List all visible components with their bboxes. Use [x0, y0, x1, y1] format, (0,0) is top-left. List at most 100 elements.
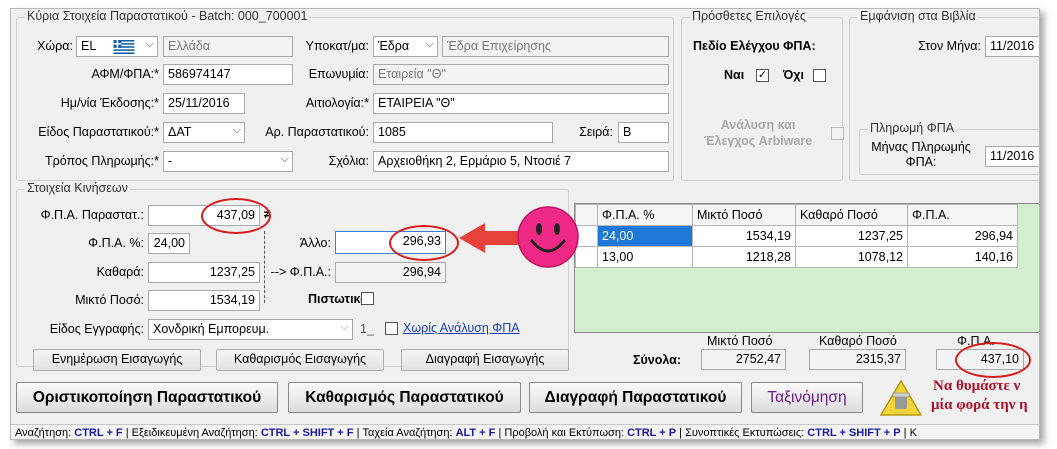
delete-document-button[interactable]: Διαγραφή Παραστατικού: [529, 382, 742, 413]
delete-entry-button[interactable]: Διαγραφή Εισαγωγής: [401, 349, 569, 371]
payment-select[interactable]: - ⌵: [163, 151, 293, 172]
doctype-value: ΔΑΤ: [168, 125, 192, 139]
country-select[interactable]: EL ⌵: [76, 36, 158, 57]
company-label: Επωνυμία:: [308, 67, 369, 81]
net-label: Καθαρά:: [96, 265, 144, 279]
payment-value: -: [168, 154, 173, 168]
vat-pct-label: Φ.Π.Α. %:: [88, 236, 144, 250]
grid-cell[interactable]: 24,00: [597, 225, 693, 247]
doctype-select[interactable]: ΔΑΤ ⌵: [163, 122, 245, 143]
country-name-field: Ελλάδα: [163, 36, 293, 57]
branch-value: Έδρα: [378, 39, 410, 53]
grid-col-vat[interactable]: Φ.Π.Α.: [907, 204, 1018, 226]
calc-vat-label: --> Φ.Π.Α.:: [270, 265, 331, 279]
totals-gross-field: 2752,47: [701, 349, 786, 370]
arbiware-analysis-label: Ανάλυση και Έλεγχος Arbiware: [703, 118, 813, 148]
afm-input[interactable]: 586974147: [163, 64, 293, 85]
date-input[interactable]: 25/11/2016: [163, 93, 245, 114]
grid-cell[interactable]: 1078,12: [795, 246, 908, 268]
clear-document-button[interactable]: Καθαρισμός Παραστατικού: [288, 382, 521, 413]
docnum-input[interactable]: 1085: [373, 122, 553, 143]
country-code: EL: [81, 39, 97, 53]
entry-type-select[interactable]: Χονδρική Εμπορευμ. ⌵: [148, 319, 353, 340]
highlight-ring-total-vat: [955, 342, 1031, 378]
vat-month-input[interactable]: 11/2016: [985, 146, 1039, 167]
shortcut-label: Συνοπτικές Εκτυπώσεις:: [685, 427, 805, 439]
net-input[interactable]: 1237,25: [148, 262, 260, 283]
totals-label: Σύνολα:: [633, 353, 682, 367]
afm-label: ΑΦΜ/ΦΠΑ:*: [91, 67, 159, 81]
series-input[interactable]: Β: [618, 122, 669, 143]
credit-checkbox[interactable]: [361, 292, 374, 305]
clear-entry-button[interactable]: Καθαρισμός Εισαγωγής: [216, 349, 384, 371]
reminder-line-2: μία φορά την η: [931, 397, 1028, 413]
branch-label: Υποκατ/μα:: [305, 39, 369, 53]
gross-input[interactable]: 1534,19: [148, 290, 260, 311]
books-month-label: Στον Μήνα:: [918, 39, 981, 53]
shortcut-label: Κ: [909, 427, 917, 439]
gross-label: Μικτό Ποσό:: [75, 293, 144, 307]
shortcut-key: CTRL + P: [627, 427, 677, 439]
shortcut-key: CTRL + SHIFT + P: [807, 427, 901, 439]
books-month-input[interactable]: 11/2016: [985, 36, 1039, 57]
warning-icon: [879, 379, 923, 416]
grid-cell[interactable]: 296,94: [907, 225, 1018, 247]
grid-cell[interactable]: 1237,25: [795, 225, 908, 247]
highlight-ring-doc-vat: [201, 198, 271, 234]
grid-header-row: Φ.Π.Α. % Μικτό Ποσό Καθαρό Ποσό Φ.Π.Α.: [575, 204, 1018, 226]
grid-cell[interactable]: 140,16: [907, 246, 1018, 268]
calc-vat-field: 296,94: [335, 262, 446, 283]
docnum-label: Αρ. Παραστατικού:: [265, 125, 369, 139]
series-label: Σειρά:: [579, 125, 613, 139]
sort-button[interactable]: Ταξινόμηση: [751, 382, 863, 413]
reason-label: Αιτιολογία:*: [305, 96, 369, 110]
vat-pct-input[interactable]: 24,00: [148, 233, 190, 254]
books-title: Εμφάνιση στα Βιβλία: [858, 9, 978, 23]
grid-col-net[interactable]: Καθαρό Ποσό: [795, 204, 908, 226]
comments-label: Σχόλια:: [328, 154, 369, 168]
grid-cell[interactable]: 13,00: [597, 246, 693, 268]
document-entry-window: Κύρια Στοιχεία Παραστατικού - Batch: 000…: [10, 8, 1040, 440]
grid-cell[interactable]: 1218,28: [692, 246, 796, 268]
reason-input[interactable]: ΕΤΑΙΡΕΙΑ "Θ": [373, 93, 669, 114]
entry-type-label: Είδος Εγγραφής:: [49, 322, 144, 336]
chevron-down-icon: ⌵: [340, 321, 349, 333]
options-title: Πρόσθετες Επιλογές: [690, 9, 808, 23]
update-entry-button[interactable]: Ενημέρωση Εισαγωγής: [33, 349, 201, 371]
entry-type-value: Χονδρική Εμπορευμ.: [153, 322, 270, 336]
arbiware-analysis-checkbox[interactable]: [831, 127, 844, 140]
grid-col-vat-pct[interactable]: Φ.Π.Α. %: [597, 204, 693, 226]
vat-check-yes-checkbox[interactable]: ✓: [756, 69, 769, 82]
no-vat-analysis-checkbox[interactable]: [385, 322, 398, 335]
greek-flag-icon: [113, 40, 135, 54]
finalize-document-button[interactable]: Οριστικοποίηση Παραστατικού: [16, 382, 278, 413]
grid-col-gross[interactable]: Μικτό Ποσό: [692, 204, 796, 226]
table-row[interactable]: 24,00 1534,19 1237,25 296,94: [575, 225, 1018, 247]
company-field: Εταιρεία "Θ": [373, 64, 669, 85]
vat-check-yes-label: Ναι: [724, 68, 745, 82]
grid-cell[interactable]: 1534,19: [692, 225, 796, 247]
branch-select[interactable]: Έδρα ⌵: [373, 36, 438, 57]
vat-month-label: Μήνας Πληρωμής ΦΠΑ:: [871, 140, 971, 169]
movements-title: Στοιχεία Κινήσεων: [25, 181, 130, 195]
doctype-label: Είδος Παραστατικού:*: [38, 125, 159, 139]
shortcut-key: ALT + F: [455, 427, 496, 439]
vat-check-no-checkbox[interactable]: [813, 69, 826, 82]
main-details-title: Κύρια Στοιχεία Παραστατικού - Batch: 000…: [25, 9, 310, 23]
table-row[interactable]: 13,00 1218,28 1078,12 140,16: [575, 246, 1018, 268]
shortcut-label: Εξειδικευμένη Αναζήτηση:: [131, 427, 258, 439]
vat-payment-title: Πληρωμή ΦΠΑ: [868, 121, 957, 135]
vat-analysis-grid[interactable]: Φ.Π.Α. % Μικτό Ποσό Καθαρό Ποσό Φ.Π.Α. 2…: [574, 203, 1039, 333]
chevron-down-icon: ⌵: [280, 153, 289, 165]
chevron-down-icon: ⌵: [145, 38, 154, 50]
shortcut-key: CTRL + F: [74, 427, 123, 439]
date-label: Ημ/νία Έκδοσης:*: [60, 96, 159, 110]
chevron-down-icon: ⌵: [425, 38, 434, 50]
comments-input[interactable]: Αρχειοθήκη 2, Ερμάριο 5, Ντοσιέ 7: [373, 151, 669, 172]
shortcut-label: Αναζήτηση:: [15, 427, 72, 439]
no-vat-analysis-link[interactable]: Χωρίς Ανάλυση ΦΠΑ: [403, 321, 520, 335]
payment-label: Τρόπος Πληρωμής:*: [44, 154, 159, 168]
highlight-ring-other: [389, 225, 459, 261]
smiley-face-icon: [517, 206, 579, 268]
totals-gross-header: Μικτό Ποσό: [707, 334, 773, 348]
